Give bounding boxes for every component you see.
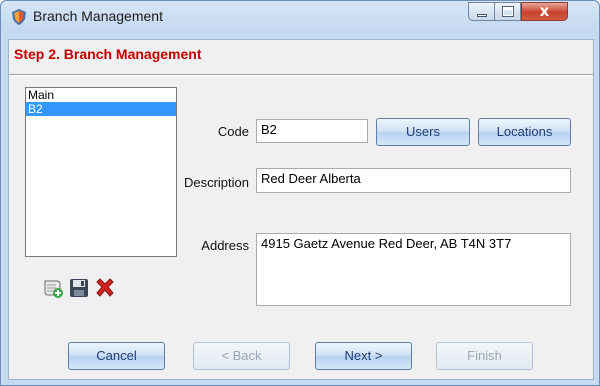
description-field[interactable]: Red Deer Alberta bbox=[256, 168, 571, 193]
title-bar[interactable]: Branch Management x bbox=[1, 1, 599, 31]
save-icon[interactable] bbox=[68, 277, 90, 299]
users-button[interactable]: Users bbox=[376, 118, 470, 146]
minimize-button[interactable] bbox=[468, 2, 495, 21]
code-field[interactable]: B2 bbox=[256, 119, 368, 143]
cancel-button[interactable]: Cancel bbox=[68, 342, 165, 370]
branch-list[interactable]: Main B2 bbox=[25, 87, 177, 257]
code-label: Code bbox=[217, 124, 249, 139]
description-label: Description bbox=[183, 175, 249, 190]
maximize-button[interactable] bbox=[495, 2, 521, 21]
delete-icon[interactable] bbox=[94, 277, 116, 299]
branch-item-b2[interactable]: B2 bbox=[26, 102, 176, 116]
app-shield-icon bbox=[12, 9, 26, 25]
branch-item-main[interactable]: Main bbox=[26, 88, 176, 102]
window-title: Branch Management bbox=[33, 8, 163, 24]
back-button[interactable]: < Back bbox=[193, 342, 290, 370]
step-title: Step 2. Branch Management bbox=[14, 46, 202, 62]
add-branch-icon[interactable] bbox=[42, 277, 64, 299]
address-field[interactable]: 4915 Gaetz Avenue Red Deer, AB T4N 3T7 bbox=[256, 233, 571, 306]
close-button[interactable]: x bbox=[521, 2, 568, 21]
dialog-body: Step 2. Branch Management Main B2 Code B… bbox=[8, 39, 594, 380]
divider bbox=[9, 74, 593, 76]
next-button[interactable]: Next > bbox=[315, 342, 412, 370]
close-icon: x bbox=[539, 2, 550, 20]
finish-button[interactable]: Finish bbox=[436, 342, 533, 370]
branch-management-window: Branch Management x Step 2. Branch Manag… bbox=[0, 0, 600, 386]
locations-button[interactable]: Locations bbox=[478, 118, 571, 146]
address-label: Address bbox=[201, 238, 249, 253]
